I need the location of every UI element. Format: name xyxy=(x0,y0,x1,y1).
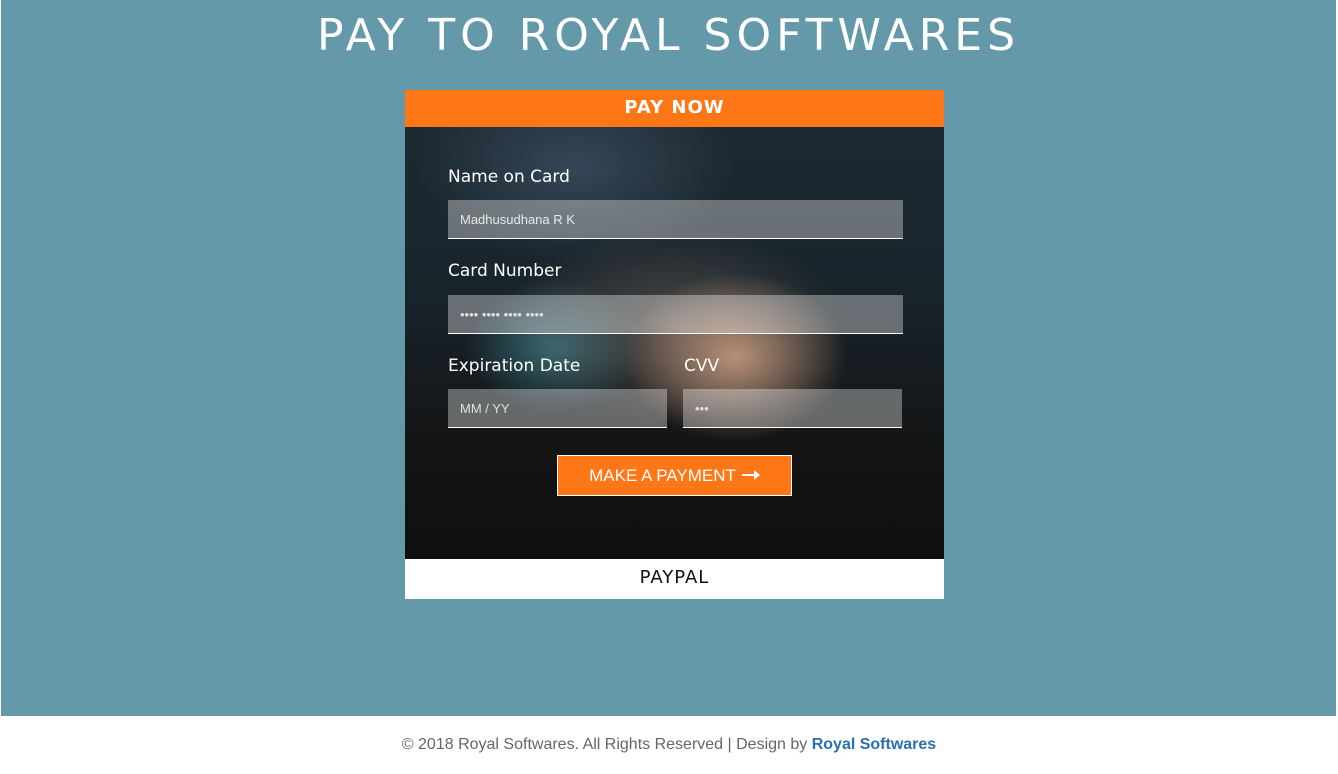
card-header: PAY NOW xyxy=(405,90,944,127)
expiration-date-input[interactable] xyxy=(448,389,667,428)
royal-softwares-link[interactable]: Royal Softwares xyxy=(812,736,936,753)
name-on-card-label: Name on Card xyxy=(448,167,570,187)
main-area: PAY TO ROYAL SOFTWARES PAY NOW Name on C… xyxy=(1,0,1336,716)
card-number-input[interactable] xyxy=(448,295,903,334)
make-payment-label: MAKE A PAYMENT xyxy=(589,465,736,485)
card-body: Name on Card Card Number Expiration Date… xyxy=(405,127,944,559)
payment-card: PAY NOW Name on Card Card Number Expirat… xyxy=(405,90,944,599)
cvv-input[interactable] xyxy=(683,389,902,428)
page-footer: © 2018 Royal Softwares. All Rights Reser… xyxy=(0,716,1338,768)
copyright-text: © 2018 Royal Softwares. All Rights Reser… xyxy=(401,736,812,753)
arrow-right-icon xyxy=(741,466,760,486)
page-title: PAY TO ROYAL SOFTWARES xyxy=(316,10,1021,61)
expiration-date-label: Expiration Date xyxy=(448,356,581,376)
name-on-card-input[interactable] xyxy=(448,200,903,239)
card-number-label: Card Number xyxy=(448,261,562,281)
cvv-label: CVV xyxy=(684,356,720,376)
paypal-footer: PAYPAL xyxy=(405,559,944,599)
make-payment-button[interactable]: MAKE A PAYMENT xyxy=(557,455,792,496)
